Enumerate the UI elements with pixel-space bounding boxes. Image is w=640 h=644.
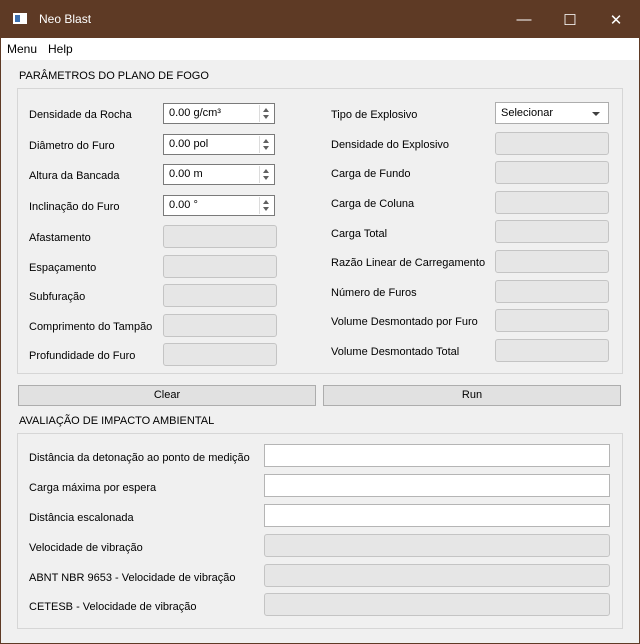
numero-furos-label: Número de Furos: [331, 287, 417, 299]
densidade-rocha-label: Densidade da Rocha: [29, 109, 132, 121]
menu-item-menu[interactable]: Menu: [7, 42, 37, 56]
volume-total-label: Volume Desmontado Total: [331, 346, 460, 358]
carga-maxima-input[interactable]: [264, 474, 610, 497]
inclinacao-furo-label: Inclinação do Furo: [29, 201, 120, 213]
spin-up-icon[interactable]: [263, 200, 269, 204]
spin-down-icon[interactable]: [263, 207, 269, 211]
subfuracao-label: Subfuração: [29, 291, 86, 303]
tipo-explosivo-select[interactable]: Selecionar: [495, 102, 609, 124]
velocidade-vibracao-field: [264, 534, 610, 557]
diametro-furo-spinbox[interactable]: 0.00 pol: [163, 134, 275, 155]
maximize-button[interactable]: ☐: [547, 1, 593, 38]
diametro-furo-value: 0.00 pol: [169, 138, 209, 150]
menu-item-help[interactable]: Help: [48, 42, 73, 56]
spin-down-icon[interactable]: [263, 176, 269, 180]
comprimento-tampao-label: Comprimento do Tampão: [29, 321, 153, 333]
afastamento-label: Afastamento: [29, 232, 91, 244]
densidade-explosivo-label: Densidade do Explosivo: [331, 139, 450, 151]
spin-arrows[interactable]: [259, 166, 273, 183]
razao-linear-field: [495, 250, 609, 273]
close-button[interactable]: ✕: [593, 1, 639, 38]
espacamento-label: Espaçamento: [29, 262, 97, 274]
app-icon: [13, 13, 27, 24]
altura-bancada-spinbox[interactable]: 0.00 m: [163, 164, 275, 185]
carga-maxima-label: Carga máxima por espera: [29, 482, 157, 494]
razao-linear-label: Razão Linear de Carregamento: [331, 257, 486, 269]
carga-fundo-label: Carga de Fundo: [331, 168, 411, 180]
minimize-button[interactable]: —: [501, 1, 547, 38]
subfuracao-field: [163, 284, 277, 307]
densidade-explosivo-field: [495, 132, 609, 155]
spin-down-icon[interactable]: [263, 115, 269, 119]
espacamento-field: [163, 255, 277, 278]
volume-por-furo-field: [495, 309, 609, 332]
distancia-escalonada-input[interactable]: [264, 504, 610, 527]
impacto-section-title: AVALIAÇÃO DE IMPACTO AMBIENTAL: [19, 415, 215, 427]
window-title: Neo Blast: [39, 12, 92, 26]
profundidade-furo-field: [163, 343, 277, 366]
inclinacao-furo-value: 0.00 °: [169, 199, 198, 211]
chevron-down-icon: [592, 112, 600, 116]
distancia-detonacao-input[interactable]: [264, 444, 610, 467]
run-button[interactable]: Run: [323, 385, 621, 406]
abnt-velocidade-label: ABNT NBR 9653 - Velocidade de vibração: [29, 572, 236, 584]
carga-total-label: Carga Total: [331, 228, 388, 240]
cetesb-velocidade-label: CETESB - Velocidade de vibração: [29, 601, 197, 613]
densidade-rocha-value: 0.00 g/cm³: [169, 107, 221, 119]
menu-bar: Menu Help: [1, 38, 639, 60]
velocidade-vibracao-label: Velocidade de vibração: [29, 542, 143, 554]
spin-up-icon[interactable]: [263, 108, 269, 112]
spin-arrows[interactable]: [259, 136, 273, 153]
distancia-detonacao-label: Distância da detonação ao ponto de mediç…: [29, 452, 250, 464]
diametro-furo-label: Diâmetro do Furo: [29, 140, 115, 152]
title-bar[interactable]: Neo Blast — ☐ ✕: [1, 1, 639, 38]
comprimento-tampao-field: [163, 314, 277, 337]
carga-total-field: [495, 220, 609, 243]
spin-down-icon[interactable]: [263, 146, 269, 150]
main-window: Neo Blast — ☐ ✕ Menu Help PARÂMETROS DO …: [0, 0, 640, 644]
carga-coluna-label: Carga de Coluna: [331, 198, 415, 210]
afastamento-field: [163, 225, 277, 248]
spin-arrows[interactable]: [259, 105, 273, 122]
clear-button[interactable]: Clear: [18, 385, 316, 406]
spin-up-icon[interactable]: [263, 169, 269, 173]
altura-bancada-value: 0.00 m: [169, 168, 203, 180]
distancia-escalonada-label: Distância escalonada: [29, 512, 134, 524]
volume-total-field: [495, 339, 609, 362]
volume-por-furo-label: Volume Desmontado por Furo: [331, 316, 478, 328]
carga-coluna-field: [495, 191, 609, 214]
numero-furos-field: [495, 280, 609, 303]
profundidade-furo-label: Profundidade do Furo: [29, 350, 136, 362]
spin-arrows[interactable]: [259, 197, 273, 214]
carga-fundo-field: [495, 161, 609, 184]
densidade-rocha-spinbox[interactable]: 0.00 g/cm³: [163, 103, 275, 124]
plano-section-title: PARÂMETROS DO PLANO DE FOGO: [19, 70, 209, 82]
altura-bancada-label: Altura da Bancada: [29, 170, 120, 182]
tipo-explosivo-value: Selecionar: [501, 107, 553, 119]
cetesb-velocidade-field: [264, 593, 610, 616]
abnt-velocidade-field: [264, 564, 610, 587]
spin-up-icon[interactable]: [263, 139, 269, 143]
inclinacao-furo-spinbox[interactable]: 0.00 °: [163, 195, 275, 216]
tipo-explosivo-label: Tipo de Explosivo: [331, 109, 418, 121]
